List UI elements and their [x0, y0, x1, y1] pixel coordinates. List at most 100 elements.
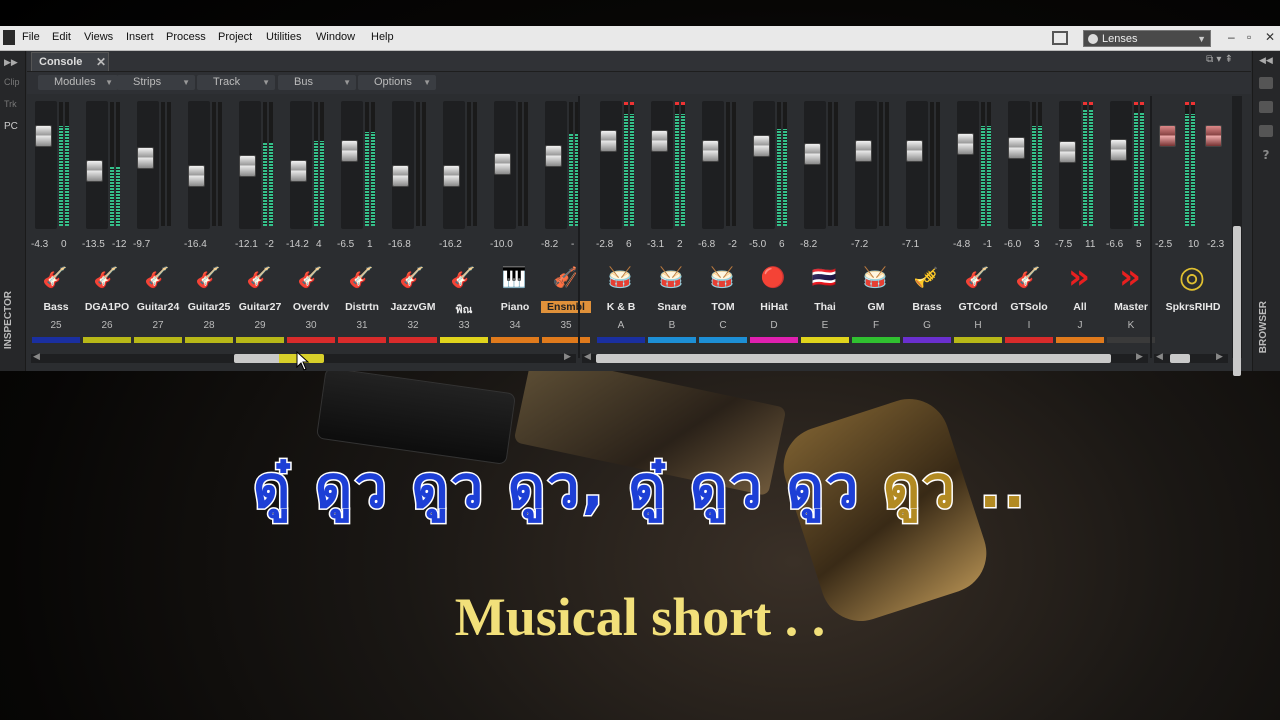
track-name[interactable]: Snare: [647, 301, 697, 313]
scroll-right-icon[interactable]: ▶: [1136, 352, 1143, 362]
browser-label[interactable]: BROWSER: [1258, 301, 1269, 353]
menu-utilities[interactable]: Utilities: [266, 31, 301, 43]
track-name[interactable]: TOM: [698, 301, 748, 313]
fullscreen-icon[interactable]: [1052, 31, 1068, 45]
volume-fader[interactable]: [1110, 139, 1127, 161]
volume-readout[interactable]: -7.2: [851, 239, 868, 250]
track-name[interactable]: พิณ: [439, 301, 489, 318]
pan-readout[interactable]: -2: [265, 239, 274, 250]
pan-readout[interactable]: 0: [61, 239, 67, 250]
volume-fader[interactable]: [1205, 125, 1222, 147]
volume-readout[interactable]: -10.0: [490, 239, 513, 250]
track-name[interactable]: Master: [1106, 301, 1156, 313]
volume-fader[interactable]: [494, 153, 511, 175]
scroll-left-icon[interactable]: ◀: [33, 352, 40, 362]
fader-track[interactable]: [957, 101, 979, 229]
bus-menu[interactable]: Bus ▼: [278, 75, 356, 90]
modules-menu[interactable]: Modules ▼: [38, 75, 118, 90]
volume-readout[interactable]: -6.0: [1004, 239, 1021, 250]
fader-track[interactable]: [545, 101, 567, 229]
volume-fader[interactable]: [1008, 137, 1025, 159]
fader-track[interactable]: [86, 101, 108, 229]
vertical-scrollbar[interactable]: [1232, 96, 1242, 376]
pan-readout[interactable]: 10: [1188, 239, 1199, 250]
volume-fader[interactable]: [1159, 125, 1176, 147]
volume-readout[interactable]: -8.2: [800, 239, 817, 250]
volume-readout-right[interactable]: -2.3: [1207, 239, 1224, 250]
fader-track[interactable]: [137, 101, 159, 229]
inspector-tab-track[interactable]: Trk: [4, 99, 17, 109]
scroll-thumb[interactable]: [596, 354, 1111, 363]
fader-track[interactable]: [855, 101, 877, 229]
pan-readout[interactable]: 6: [779, 239, 785, 250]
collapse-arrow-icon[interactable]: ◀◀: [1259, 55, 1273, 66]
track-name[interactable]: GM: [851, 301, 901, 313]
menu-help[interactable]: Help: [371, 31, 394, 43]
browser-plugins-icon[interactable]: [1259, 101, 1273, 113]
pan-readout[interactable]: -2: [728, 239, 737, 250]
fader-track[interactable]: [239, 101, 261, 229]
scroll-right-icon[interactable]: ▶: [564, 352, 571, 362]
volume-readout[interactable]: -4.3: [31, 239, 48, 250]
volume-readout[interactable]: -3.1: [647, 239, 664, 250]
scroll-right-icon[interactable]: ▶: [1216, 352, 1223, 362]
volume-fader[interactable]: [290, 160, 307, 182]
scroll-thumb[interactable]: [1170, 354, 1190, 363]
master-scrollbar[interactable]: ◀ ▶: [1154, 352, 1228, 363]
inspector-tab-clip[interactable]: Clip: [4, 77, 20, 87]
volume-fader[interactable]: [545, 145, 562, 167]
volume-readout[interactable]: -6.6: [1106, 239, 1123, 250]
fader-track[interactable]: [188, 101, 210, 229]
volume-readout[interactable]: -2.5: [1155, 239, 1172, 250]
volume-fader[interactable]: [1059, 141, 1076, 163]
volume-readout[interactable]: -8.2: [541, 239, 558, 250]
volume-readout[interactable]: -16.2: [439, 239, 462, 250]
track-name[interactable]: GTCord: [953, 301, 1003, 313]
options-menu[interactable]: Options ▼: [358, 75, 436, 90]
fader-track[interactable]: [341, 101, 363, 229]
pan-readout[interactable]: -: [571, 239, 574, 250]
volume-fader[interactable]: [35, 125, 52, 147]
strips-menu[interactable]: Strips ▼: [117, 75, 195, 90]
scroll-left-icon[interactable]: ◀: [1156, 352, 1163, 362]
close-icon[interactable]: ✕: [96, 53, 106, 72]
volume-readout[interactable]: -6.8: [698, 239, 715, 250]
volume-readout[interactable]: -16.4: [184, 239, 207, 250]
track-name[interactable]: Guitar25: [184, 301, 234, 313]
restore-button[interactable]: ▫: [1247, 30, 1251, 44]
track-name[interactable]: Piano: [490, 301, 540, 313]
fader-track[interactable]: [443, 101, 465, 229]
volume-readout[interactable]: -16.8: [388, 239, 411, 250]
fader-track[interactable]: [1008, 101, 1030, 229]
volume-fader[interactable]: [957, 133, 974, 155]
volume-readout[interactable]: -12.1: [235, 239, 258, 250]
minimize-button[interactable]: –: [1228, 30, 1235, 44]
volume-readout[interactable]: -9.7: [133, 239, 150, 250]
volume-fader[interactable]: [906, 140, 923, 162]
pan-readout[interactable]: 6: [626, 239, 632, 250]
track-name[interactable]: JazzvGM: [388, 301, 438, 313]
menu-project[interactable]: Project: [218, 31, 252, 43]
fader-track[interactable]: [35, 101, 57, 229]
fader-track[interactable]: [290, 101, 312, 229]
volume-readout[interactable]: -7.1: [902, 239, 919, 250]
close-button[interactable]: ✕: [1265, 30, 1275, 44]
pan-readout[interactable]: 3: [1034, 239, 1040, 250]
scroll-left-icon[interactable]: ◀: [584, 352, 591, 362]
volume-fader[interactable]: [341, 140, 358, 162]
track-name[interactable]: SpkrsRIHD: [1155, 301, 1231, 313]
fader-track[interactable]: [600, 101, 622, 229]
volume-readout[interactable]: -13.5: [82, 239, 105, 250]
vertical-scroll-thumb[interactable]: [1233, 226, 1241, 376]
track-name[interactable]: Ensmbl: [541, 301, 591, 313]
pan-readout[interactable]: 4: [316, 239, 322, 250]
volume-fader[interactable]: [443, 165, 460, 187]
track-name[interactable]: Overdv: [286, 301, 336, 313]
menu-views[interactable]: Views: [84, 31, 113, 43]
pan-readout[interactable]: 11: [1085, 239, 1095, 250]
volume-fader[interactable]: [392, 165, 409, 187]
volume-fader[interactable]: [188, 165, 205, 187]
volume-fader[interactable]: [651, 130, 668, 152]
track-name[interactable]: K & B: [596, 301, 646, 313]
pan-readout[interactable]: -12: [112, 239, 126, 250]
